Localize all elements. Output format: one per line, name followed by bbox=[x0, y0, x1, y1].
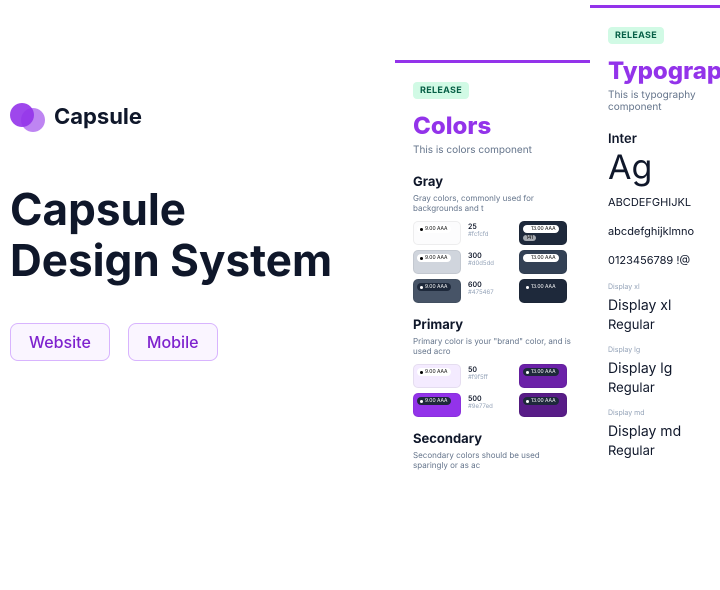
typography-subtitle: This is typography component bbox=[608, 89, 702, 113]
button-row: Website Mobile bbox=[10, 323, 395, 361]
swatch[interactable]: 13.00 AAA bbox=[519, 279, 567, 303]
swatch[interactable]: 13.00 AAA 141 bbox=[519, 221, 567, 245]
scale-weight: Regular bbox=[608, 317, 702, 333]
swatch-info: 50#f9f5ff bbox=[466, 364, 514, 388]
swatch-subtag: 141 bbox=[523, 235, 536, 241]
swatch[interactable]: 13.00 AAA bbox=[519, 364, 567, 388]
contrast-tag: 9.00 AAA bbox=[417, 397, 451, 405]
gray-desc: Gray colors, commonly used for backgroun… bbox=[413, 193, 572, 213]
scale-label: Display lg bbox=[608, 345, 702, 354]
contrast-tag: 13.00 AAA bbox=[523, 254, 559, 262]
contrast-tag: 9.00 AAA bbox=[417, 283, 451, 291]
swatch-info: 25#fcfcfd bbox=[466, 221, 514, 245]
scale-name: Display md bbox=[608, 423, 702, 440]
swatch[interactable]: 13.00 AAA bbox=[519, 250, 567, 274]
colors-card: RELEASE Colors This is colors component … bbox=[395, 60, 590, 590]
scale-label: Display md bbox=[608, 408, 702, 417]
scale-weight: Regular bbox=[608, 380, 702, 396]
contrast-tag: 13.00 AAA bbox=[523, 397, 559, 405]
swatch[interactable]: 9.00 AAA bbox=[413, 250, 461, 274]
swatch[interactable]: 9.00 AAA bbox=[413, 279, 461, 303]
contrast-tag: 9.00 AAA bbox=[417, 368, 451, 376]
scale-weight: Regular bbox=[608, 443, 702, 459]
typography-title: Typography bbox=[608, 56, 702, 85]
primary-swatch-grid: 9.00 AAA 50#f9f5ff 13.00 AAA 9.00 AAA 50… bbox=[413, 364, 572, 417]
swatch[interactable]: 13.00 AAA bbox=[519, 393, 567, 417]
mobile-button[interactable]: Mobile bbox=[128, 323, 218, 361]
page-title: Capsule Design System bbox=[10, 184, 395, 285]
scale-label: Display xl bbox=[608, 282, 702, 291]
contrast-tag: 9.00 AAA bbox=[417, 254, 451, 262]
font-glyph-sample: Ag bbox=[608, 151, 702, 185]
alphabet-numeric: 0123456789 !@ bbox=[608, 253, 702, 268]
secondary-desc: Secondary colors should be used sparingl… bbox=[413, 450, 572, 470]
brand-name: Capsule bbox=[54, 104, 142, 130]
swatch-info: 600#475467 bbox=[466, 279, 514, 303]
font-family-name: Inter bbox=[608, 131, 702, 147]
swatch[interactable]: 9.00 AAA bbox=[413, 393, 461, 417]
colors-subtitle: This is colors component bbox=[413, 144, 572, 156]
release-badge: RELEASE bbox=[608, 27, 664, 44]
type-scale-row: Display lg Display lg Regular bbox=[608, 345, 702, 396]
secondary-heading: Secondary bbox=[413, 431, 572, 447]
title-line-2: Design System bbox=[10, 233, 332, 287]
scale-name: Display lg bbox=[608, 360, 702, 377]
primary-desc: Primary color is your "brand" color, and… bbox=[413, 336, 572, 356]
contrast-tag: 13.00 AAA bbox=[523, 368, 559, 376]
hero-panel: Capsule Capsule Design System Website Mo… bbox=[0, 0, 395, 540]
gray-heading: Gray bbox=[413, 174, 572, 190]
alphabet-lower: abcdefghijklmno bbox=[608, 224, 702, 239]
gray-swatch-grid: 9.00 AAA 25#fcfcfd 13.00 AAA 141 9.00 AA… bbox=[413, 221, 572, 303]
logo-row: Capsule bbox=[10, 100, 395, 134]
capsule-logo-icon bbox=[10, 100, 44, 134]
swatch[interactable]: 9.00 AAA bbox=[413, 221, 461, 245]
type-scale-row: Display xl Display xl Regular bbox=[608, 282, 702, 333]
type-scale-row: Display md Display md Regular bbox=[608, 408, 702, 459]
release-badge: RELEASE bbox=[413, 82, 469, 99]
alphabet-upper: ABCDEFGHIJKL bbox=[608, 195, 702, 210]
primary-heading: Primary bbox=[413, 317, 572, 333]
swatch-info: 500#9e77ed bbox=[466, 393, 514, 417]
swatch[interactable]: 9.00 AAA bbox=[413, 364, 461, 388]
contrast-tag: 13.00 AAA bbox=[523, 283, 559, 291]
contrast-tag: 13.00 AAA bbox=[523, 225, 559, 233]
scale-name: Display xl bbox=[608, 297, 702, 314]
contrast-tag: 9.00 AAA bbox=[417, 225, 451, 233]
title-line-1: Capsule bbox=[10, 182, 186, 236]
colors-title: Colors bbox=[413, 111, 572, 140]
swatch-info: 300#d0d5dd bbox=[466, 250, 514, 274]
website-button[interactable]: Website bbox=[10, 323, 110, 361]
typography-card: RELEASE Typography This is typography co… bbox=[590, 5, 720, 545]
